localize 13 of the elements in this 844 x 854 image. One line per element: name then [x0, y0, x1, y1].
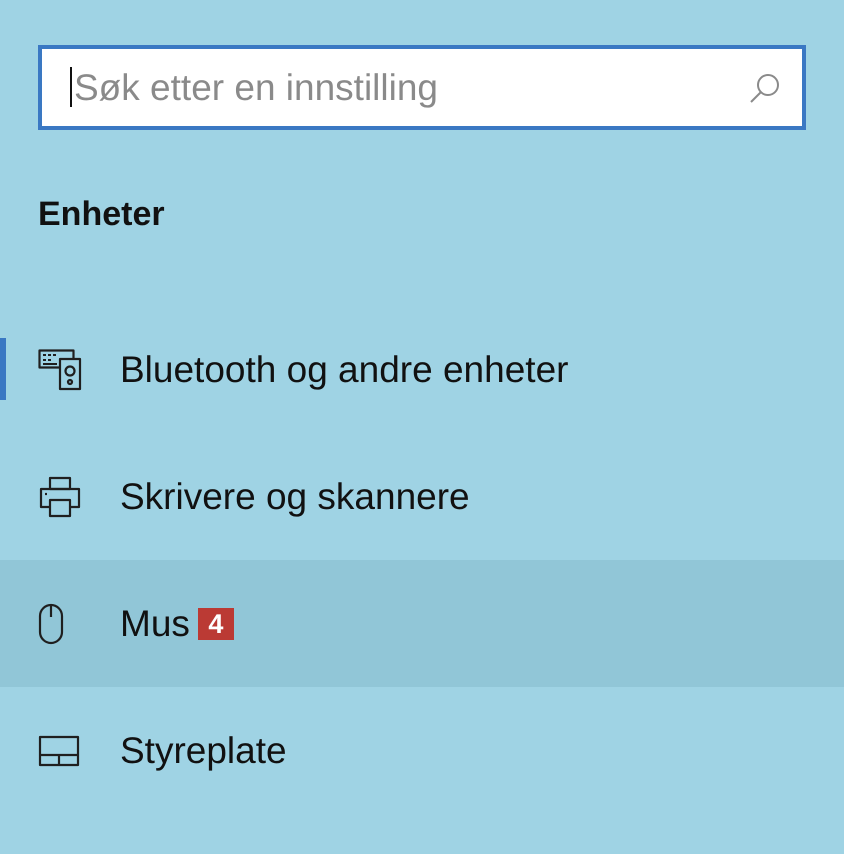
keyboard-speaker-icon	[38, 348, 82, 390]
section-heading: Enheter	[38, 194, 165, 234]
nav-item[interactable]: Skrivere og skannere	[0, 433, 844, 560]
mouse-icon	[38, 602, 64, 644]
text-caret	[70, 67, 72, 107]
printer-icon	[38, 476, 82, 518]
nav-item[interactable]: Mus 4	[0, 560, 844, 687]
search-icon[interactable]	[749, 72, 781, 104]
nav-item[interactable]: Bluetooth og andre enheter	[0, 306, 844, 433]
touchpad-icon	[38, 734, 80, 766]
step-badge: 4	[198, 608, 234, 640]
nav-item[interactable]: Styreplate	[0, 687, 844, 814]
search-field[interactable]: Søk etter en innstilling	[38, 45, 806, 130]
